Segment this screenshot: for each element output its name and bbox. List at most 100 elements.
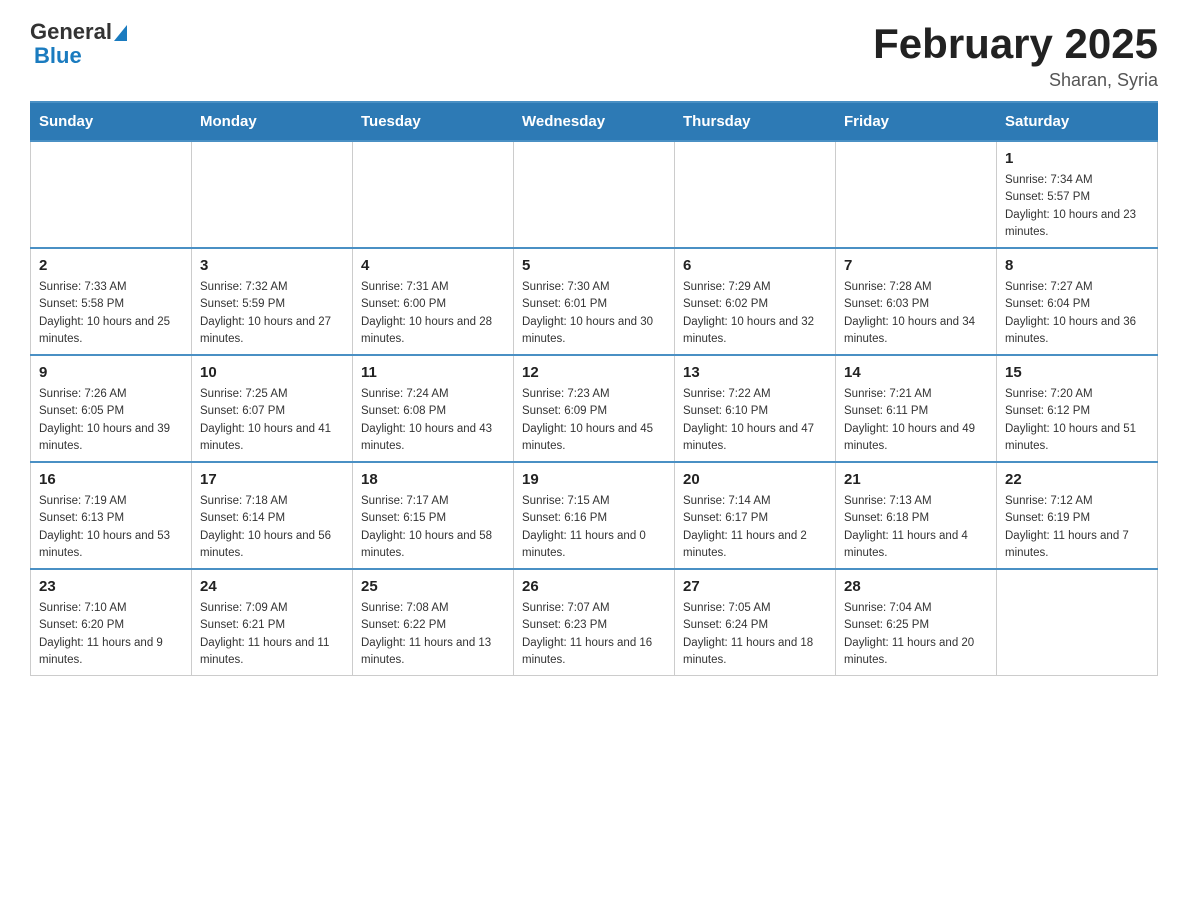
day-info: Sunrise: 7:28 AM Sunset: 6:03 PM Dayligh… bbox=[844, 279, 988, 348]
day-number: 23 bbox=[39, 576, 183, 597]
day-cell: 2 Sunrise: 7:33 AM Sunset: 5:58 PM Daylig… bbox=[31, 248, 192, 355]
day-info: Sunrise: 7:18 AM Sunset: 6:14 PM Dayligh… bbox=[200, 493, 344, 562]
day-cell: 16Sunrise: 7:19 AM Sunset: 6:13 PM Dayli… bbox=[31, 462, 192, 569]
header-friday: Friday bbox=[836, 102, 997, 141]
day-number: 16 bbox=[39, 469, 183, 490]
week-row-4: 23 Sunrise: 7:10 AM Sunset: 6:20 PM Dayli… bbox=[31, 569, 1158, 676]
day-number: 8 bbox=[1005, 255, 1149, 276]
day-cell: 25 Sunrise: 7:08 AM Sunset: 6:22 PM Dayli… bbox=[353, 569, 514, 676]
logo-triangle-icon bbox=[114, 25, 127, 41]
day-cell bbox=[192, 141, 353, 248]
day-cell bbox=[836, 141, 997, 248]
day-cell: 11Sunrise: 7:24 AM Sunset: 6:08 PM Dayli… bbox=[353, 355, 514, 462]
day-cell: 18 Sunrise: 7:17 AM Sunset: 6:15 PM Dayli… bbox=[353, 462, 514, 569]
day-info: Sunrise: 7:31 AM Sunset: 6:00 PM Dayligh… bbox=[361, 279, 505, 348]
day-cell: 24 Sunrise: 7:09 AM Sunset: 6:21 PM Dayli… bbox=[192, 569, 353, 676]
day-number: 28 bbox=[844, 576, 988, 597]
week-row-3: 16Sunrise: 7:19 AM Sunset: 6:13 PM Dayli… bbox=[31, 462, 1158, 569]
day-cell: 20 Sunrise: 7:14 AM Sunset: 6:17 PM Dayli… bbox=[675, 462, 836, 569]
day-info: Sunrise: 7:34 AM Sunset: 5:57 PM Dayligh… bbox=[1005, 172, 1149, 241]
day-cell bbox=[675, 141, 836, 248]
day-info: Sunrise: 7:24 AM Sunset: 6:08 PM Dayligh… bbox=[361, 386, 505, 455]
day-cell: 3 Sunrise: 7:32 AM Sunset: 5:59 PM Daylig… bbox=[192, 248, 353, 355]
day-info: Sunrise: 7:12 AM Sunset: 6:19 PM Dayligh… bbox=[1005, 493, 1149, 562]
day-number: 21 bbox=[844, 469, 988, 490]
day-cell: 21 Sunrise: 7:13 AM Sunset: 6:18 PM Dayli… bbox=[836, 462, 997, 569]
header-row: SundayMondayTuesdayWednesdayThursdayFrid… bbox=[31, 102, 1158, 141]
day-number: 1 bbox=[1005, 148, 1149, 169]
day-number: 24 bbox=[200, 576, 344, 597]
day-cell bbox=[31, 141, 192, 248]
day-cell: 19 Sunrise: 7:15 AM Sunset: 6:16 PM Dayli… bbox=[514, 462, 675, 569]
day-cell: 15 Sunrise: 7:20 AM Sunset: 6:12 PM Dayli… bbox=[997, 355, 1158, 462]
page-header: General Blue February 2025 Sharan, Syria bbox=[30, 20, 1158, 91]
header-sunday: Sunday bbox=[31, 102, 192, 141]
day-number: 27 bbox=[683, 576, 827, 597]
day-cell: 9 Sunrise: 7:26 AM Sunset: 6:05 PM Daylig… bbox=[31, 355, 192, 462]
day-info: Sunrise: 7:32 AM Sunset: 5:59 PM Dayligh… bbox=[200, 279, 344, 348]
day-info: Sunrise: 7:13 AM Sunset: 6:18 PM Dayligh… bbox=[844, 493, 988, 562]
day-number: 26 bbox=[522, 576, 666, 597]
week-row-1: 2 Sunrise: 7:33 AM Sunset: 5:58 PM Daylig… bbox=[31, 248, 1158, 355]
logo: General Blue bbox=[30, 20, 127, 68]
day-info: Sunrise: 7:20 AM Sunset: 6:12 PM Dayligh… bbox=[1005, 386, 1149, 455]
day-number: 6 bbox=[683, 255, 827, 276]
header-monday: Monday bbox=[192, 102, 353, 141]
logo-text-blue: Blue bbox=[34, 44, 127, 68]
day-info: Sunrise: 7:14 AM Sunset: 6:17 PM Dayligh… bbox=[683, 493, 827, 562]
day-number: 22 bbox=[1005, 469, 1149, 490]
day-info: Sunrise: 7:07 AM Sunset: 6:23 PM Dayligh… bbox=[522, 600, 666, 669]
header-saturday: Saturday bbox=[997, 102, 1158, 141]
day-cell: 12 Sunrise: 7:23 AM Sunset: 6:09 PM Dayli… bbox=[514, 355, 675, 462]
day-number: 14 bbox=[844, 362, 988, 383]
day-info: Sunrise: 7:04 AM Sunset: 6:25 PM Dayligh… bbox=[844, 600, 988, 669]
day-number: 9 bbox=[39, 362, 183, 383]
day-number: 17 bbox=[200, 469, 344, 490]
day-cell: 1 Sunrise: 7:34 AM Sunset: 5:57 PM Daylig… bbox=[997, 141, 1158, 248]
day-info: Sunrise: 7:23 AM Sunset: 6:09 PM Dayligh… bbox=[522, 386, 666, 455]
day-cell: 22 Sunrise: 7:12 AM Sunset: 6:19 PM Dayli… bbox=[997, 462, 1158, 569]
day-info: Sunrise: 7:10 AM Sunset: 6:20 PM Dayligh… bbox=[39, 600, 183, 669]
day-number: 19 bbox=[522, 469, 666, 490]
day-number: 12 bbox=[522, 362, 666, 383]
day-cell: 23 Sunrise: 7:10 AM Sunset: 6:20 PM Dayli… bbox=[31, 569, 192, 676]
day-number: 7 bbox=[844, 255, 988, 276]
day-number: 5 bbox=[522, 255, 666, 276]
day-cell bbox=[514, 141, 675, 248]
day-cell: 7 Sunrise: 7:28 AM Sunset: 6:03 PM Daylig… bbox=[836, 248, 997, 355]
day-info: Sunrise: 7:22 AM Sunset: 6:10 PM Dayligh… bbox=[683, 386, 827, 455]
day-number: 4 bbox=[361, 255, 505, 276]
day-info: Sunrise: 7:08 AM Sunset: 6:22 PM Dayligh… bbox=[361, 600, 505, 669]
location: Sharan, Syria bbox=[873, 70, 1158, 91]
day-info: Sunrise: 7:33 AM Sunset: 5:58 PM Dayligh… bbox=[39, 279, 183, 348]
week-row-2: 9 Sunrise: 7:26 AM Sunset: 6:05 PM Daylig… bbox=[31, 355, 1158, 462]
day-cell: 10 Sunrise: 7:25 AM Sunset: 6:07 PM Dayli… bbox=[192, 355, 353, 462]
week-row-0: 1 Sunrise: 7:34 AM Sunset: 5:57 PM Daylig… bbox=[31, 141, 1158, 248]
day-number: 18 bbox=[361, 469, 505, 490]
day-info: Sunrise: 7:27 AM Sunset: 6:04 PM Dayligh… bbox=[1005, 279, 1149, 348]
day-cell: 4 Sunrise: 7:31 AM Sunset: 6:00 PM Daylig… bbox=[353, 248, 514, 355]
day-cell: 17 Sunrise: 7:18 AM Sunset: 6:14 PM Dayli… bbox=[192, 462, 353, 569]
day-info: Sunrise: 7:25 AM Sunset: 6:07 PM Dayligh… bbox=[200, 386, 344, 455]
day-number: 10 bbox=[200, 362, 344, 383]
day-info: Sunrise: 7:09 AM Sunset: 6:21 PM Dayligh… bbox=[200, 600, 344, 669]
day-cell: 26 Sunrise: 7:07 AM Sunset: 6:23 PM Dayli… bbox=[514, 569, 675, 676]
day-cell: 13Sunrise: 7:22 AM Sunset: 6:10 PM Dayli… bbox=[675, 355, 836, 462]
day-info: Sunrise: 7:21 AM Sunset: 6:11 PM Dayligh… bbox=[844, 386, 988, 455]
day-cell: 6Sunrise: 7:29 AM Sunset: 6:02 PM Daylig… bbox=[675, 248, 836, 355]
day-number: 2 bbox=[39, 255, 183, 276]
day-info: Sunrise: 7:17 AM Sunset: 6:15 PM Dayligh… bbox=[361, 493, 505, 562]
day-number: 20 bbox=[683, 469, 827, 490]
day-info: Sunrise: 7:15 AM Sunset: 6:16 PM Dayligh… bbox=[522, 493, 666, 562]
title-area: February 2025 Sharan, Syria bbox=[873, 20, 1158, 91]
day-cell: 8 Sunrise: 7:27 AM Sunset: 6:04 PM Daylig… bbox=[997, 248, 1158, 355]
header-wednesday: Wednesday bbox=[514, 102, 675, 141]
day-number: 25 bbox=[361, 576, 505, 597]
day-cell: 14 Sunrise: 7:21 AM Sunset: 6:11 PM Dayli… bbox=[836, 355, 997, 462]
header-thursday: Thursday bbox=[675, 102, 836, 141]
day-cell: 27Sunrise: 7:05 AM Sunset: 6:24 PM Dayli… bbox=[675, 569, 836, 676]
day-number: 15 bbox=[1005, 362, 1149, 383]
day-info: Sunrise: 7:26 AM Sunset: 6:05 PM Dayligh… bbox=[39, 386, 183, 455]
day-number: 3 bbox=[200, 255, 344, 276]
header-tuesday: Tuesday bbox=[353, 102, 514, 141]
